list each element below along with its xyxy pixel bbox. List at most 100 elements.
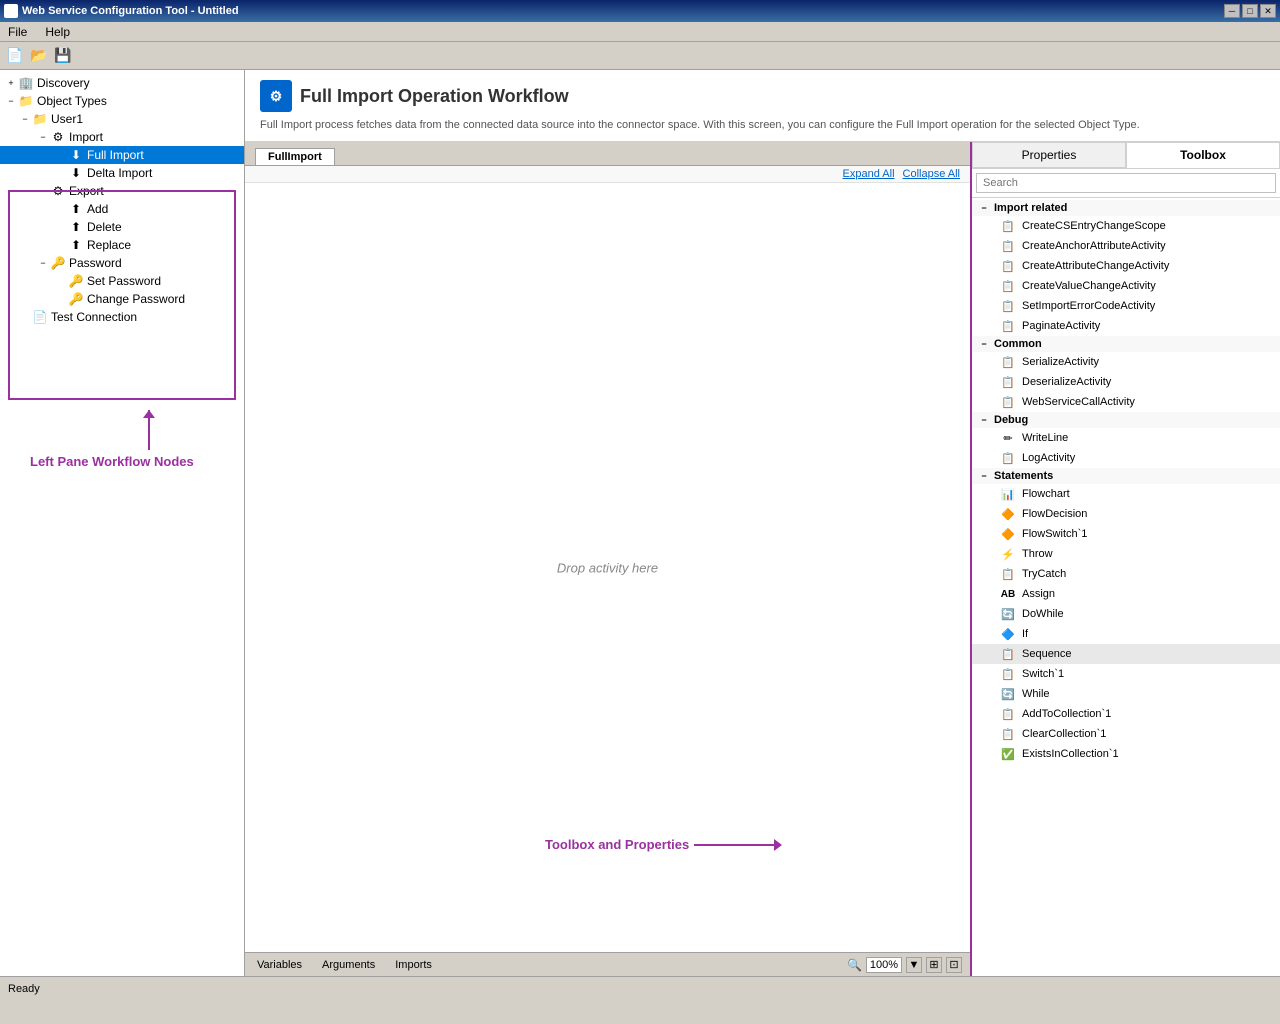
toolbox-item-deserialize[interactable]: 📋 DeserializeActivity xyxy=(972,372,1280,392)
toolbox-item-exists-in-collection[interactable]: ✅ ExistsInCollection`1 xyxy=(972,744,1280,764)
properties-tab[interactable]: Properties xyxy=(972,142,1126,168)
drop-hint-text: Drop activity here xyxy=(557,560,658,575)
toolbox-item-throw[interactable]: ⚡ Throw xyxy=(972,544,1280,564)
menu-help[interactable]: Help xyxy=(41,25,74,39)
category-common[interactable]: − Common xyxy=(972,336,1280,352)
toolbox-item-serialize[interactable]: 📋 SerializeActivity xyxy=(972,352,1280,372)
user1-expander[interactable]: − xyxy=(18,112,32,126)
menu-file[interactable]: File xyxy=(4,25,31,39)
arguments-tab[interactable]: Arguments xyxy=(318,959,379,971)
toolbox-item-dowhile[interactable]: 🔄 DoWhile xyxy=(972,604,1280,624)
toolbox-item-writeline[interactable]: ✏ WriteLine xyxy=(972,428,1280,448)
add-expander xyxy=(54,202,68,216)
deserialize-icon: 📋 xyxy=(1000,374,1016,390)
toolbox-item-flowchart[interactable]: 📊 Flowchart xyxy=(972,484,1280,504)
category-import-related[interactable]: − Import related xyxy=(972,200,1280,216)
toolbox-item-create-value[interactable]: 📋 CreateValueChangeActivity xyxy=(972,276,1280,296)
export-icon: ⚙ xyxy=(50,183,66,199)
zoom-input[interactable] xyxy=(866,957,902,973)
toolbox-annotation-text: Toolbox and Properties xyxy=(545,837,689,852)
window-title: Web Service Configuration Tool - Untitle… xyxy=(22,5,239,17)
test-connection-label: Test Connection xyxy=(51,310,137,324)
create-attr-label: CreateAttributeChangeActivity xyxy=(1022,260,1169,272)
zoom-actual-button[interactable]: ⊡ xyxy=(946,957,962,973)
export-expander[interactable]: − xyxy=(36,184,50,198)
import-label: Import xyxy=(69,130,103,144)
export-label: Export xyxy=(69,184,104,198)
collapse-all-button[interactable]: Collapse All xyxy=(903,168,960,180)
tree-item-password[interactable]: − 🔑 Password xyxy=(0,254,244,272)
designer-canvas[interactable]: Drop activity here Toolbox and Propertie… xyxy=(245,183,970,952)
discovery-expander[interactable]: + xyxy=(4,76,18,90)
while-icon: 🔄 xyxy=(1000,686,1016,702)
tree-item-delta-import[interactable]: ⬇ Delta Import xyxy=(0,164,244,182)
designer-container: FullImport Expand All Collapse All Drop … xyxy=(245,142,1280,976)
window-controls[interactable]: ─ □ ✕ xyxy=(1224,4,1276,18)
category-debug[interactable]: − Debug xyxy=(972,412,1280,428)
toolbox-item-webservice[interactable]: 📋 WebServiceCallActivity xyxy=(972,392,1280,412)
close-button[interactable]: ✕ xyxy=(1260,4,1276,18)
toolbox-item-paginate[interactable]: 📋 PaginateActivity xyxy=(972,316,1280,336)
toolbox-item-add-to-collection[interactable]: 📋 AddToCollection`1 xyxy=(972,704,1280,724)
toolbox-item-switch[interactable]: 📋 Switch`1 xyxy=(972,664,1280,684)
toolbox-item-set-import-error[interactable]: 📋 SetImportErrorCodeActivity xyxy=(972,296,1280,316)
toolbox-item-flowswitch[interactable]: 🔶 FlowSwitch`1 xyxy=(972,524,1280,544)
category-import-related-label: Import related xyxy=(994,202,1067,214)
set-import-error-label: SetImportErrorCodeActivity xyxy=(1022,300,1155,312)
tree-item-export[interactable]: − ⚙ Export xyxy=(0,182,244,200)
expand-all-button[interactable]: Expand All xyxy=(843,168,895,180)
toolbox-search-input[interactable] xyxy=(976,173,1276,193)
create-cs-label: CreateCSEntryChangeScope xyxy=(1022,220,1166,232)
import-expander[interactable]: − xyxy=(36,130,50,144)
new-button[interactable]: 📄 xyxy=(4,45,26,67)
throw-icon: ⚡ xyxy=(1000,546,1016,562)
main-layout: + 🏢 Discovery − 📁 Object Types − 📁 User1… xyxy=(0,70,1280,1000)
create-attr-icon: 📋 xyxy=(1000,258,1016,274)
restore-button[interactable]: □ xyxy=(1242,4,1258,18)
variables-tab[interactable]: Variables xyxy=(253,959,306,971)
toolbox-item-flowdecision[interactable]: 🔶 FlowDecision xyxy=(972,504,1280,524)
toolbox-item-create-attr[interactable]: 📋 CreateAttributeChangeActivity xyxy=(972,256,1280,276)
open-button[interactable]: 📂 xyxy=(28,45,50,67)
object-types-icon: 📁 xyxy=(18,93,34,109)
imports-tab[interactable]: Imports xyxy=(391,959,436,971)
toolbox-item-assign[interactable]: AB Assign xyxy=(972,584,1280,604)
webservice-label: WebServiceCallActivity xyxy=(1022,396,1135,408)
tree-item-set-password[interactable]: 🔑 Set Password xyxy=(0,272,244,290)
full-import-icon: ⬇ xyxy=(68,147,84,163)
object-types-expander[interactable]: − xyxy=(4,94,18,108)
toolbox-tab[interactable]: Toolbox xyxy=(1126,142,1280,168)
tree-item-import[interactable]: − ⚙ Import xyxy=(0,128,244,146)
tree-item-add[interactable]: ⬆ Add xyxy=(0,200,244,218)
if-icon: 🔷 xyxy=(1000,626,1016,642)
toolbox-item-create-anchor[interactable]: 📋 CreateAnchorAttributeActivity xyxy=(972,236,1280,256)
password-expander[interactable]: − xyxy=(36,256,50,270)
zoom-fit-button[interactable]: ⊞ xyxy=(926,957,942,973)
full-import-tab[interactable]: FullImport xyxy=(255,148,335,165)
toolbox-item-create-cs[interactable]: 📋 CreateCSEntryChangeScope xyxy=(972,216,1280,236)
exists-in-collection-icon: ✅ xyxy=(1000,746,1016,762)
toolbox-item-trycatch[interactable]: 📋 TryCatch xyxy=(972,564,1280,584)
toolbox-item-clear-collection[interactable]: 📋 ClearCollection`1 xyxy=(972,724,1280,744)
tree-item-test-connection[interactable]: 📄 Test Connection xyxy=(0,308,244,326)
toolbox-item-if[interactable]: 🔷 If xyxy=(972,624,1280,644)
toolbox-item-sequence[interactable]: 📋 Sequence xyxy=(972,644,1280,664)
left-pane: + 🏢 Discovery − 📁 Object Types − 📁 User1… xyxy=(0,70,245,976)
save-button[interactable]: 💾 xyxy=(52,45,74,67)
clear-collection-icon: 📋 xyxy=(1000,726,1016,742)
tree-item-discovery[interactable]: + 🏢 Discovery xyxy=(0,74,244,92)
tree-item-full-import[interactable]: ⬇ Full Import xyxy=(0,146,244,164)
tree-item-object-types[interactable]: − 📁 Object Types xyxy=(0,92,244,110)
zoom-dropdown-button[interactable]: ▼ xyxy=(906,957,922,973)
test-connection-expander xyxy=(18,310,32,324)
minimize-button[interactable]: ─ xyxy=(1224,4,1240,18)
tree-item-delete[interactable]: ⬆ Delete xyxy=(0,218,244,236)
trycatch-label: TryCatch xyxy=(1022,568,1066,580)
tree-item-change-password[interactable]: 🔑 Change Password xyxy=(0,290,244,308)
tree-item-user1[interactable]: − 📁 User1 xyxy=(0,110,244,128)
tree-item-replace[interactable]: ⬆ Replace xyxy=(0,236,244,254)
toolbox-item-while[interactable]: 🔄 While xyxy=(972,684,1280,704)
category-common-label: Common xyxy=(994,338,1042,350)
category-statements[interactable]: − Statements xyxy=(972,468,1280,484)
toolbox-item-log[interactable]: 📋 LogActivity xyxy=(972,448,1280,468)
